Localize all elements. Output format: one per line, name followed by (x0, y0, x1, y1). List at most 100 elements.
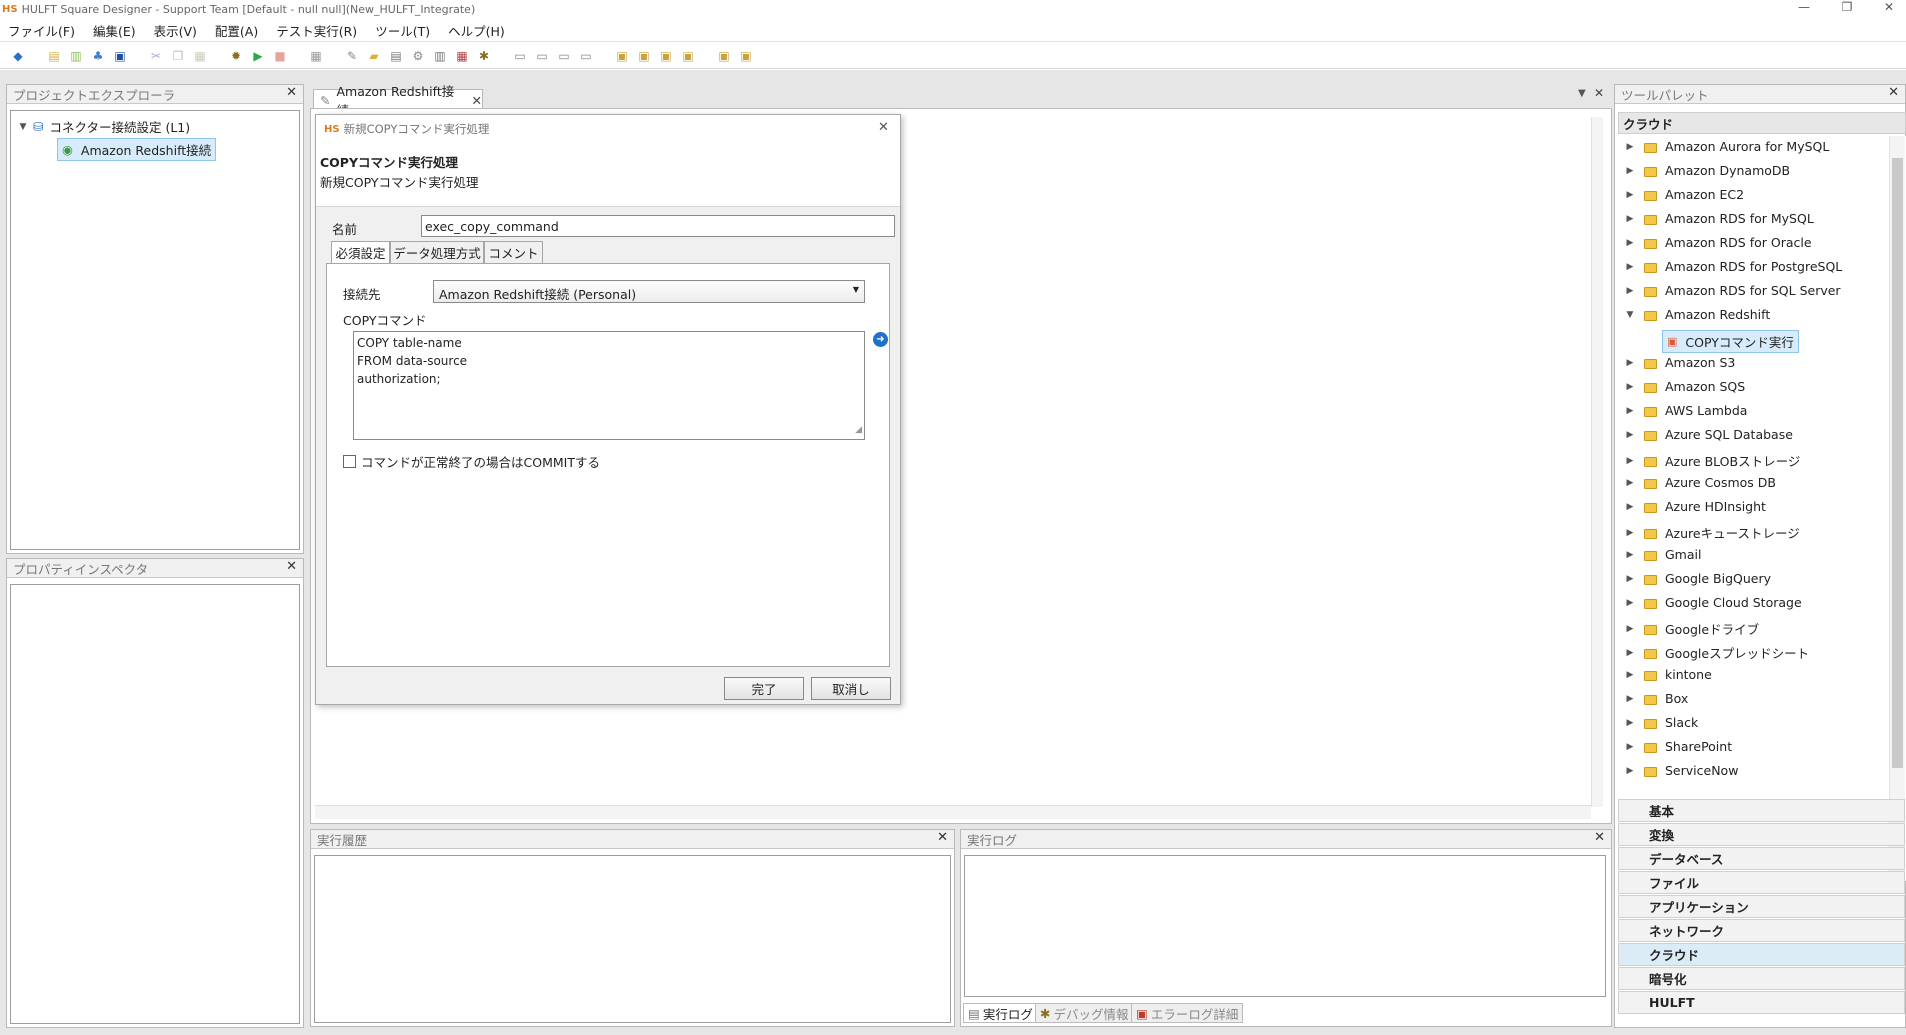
palette-item[interactable]: ▶ Amazon S3 (1624, 355, 1736, 370)
tree-item-redshift-connection[interactable]: ◉ Amazon Redshift接続 (57, 138, 217, 161)
tab-error-log[interactable]: ▣ エラーログ詳細 (1131, 1003, 1244, 1023)
palette-item[interactable]: ▶ Azure SQL Database (1624, 427, 1793, 442)
palette-item[interactable]: ▶ Amazon DynamoDB (1624, 163, 1791, 178)
tab-redshift-connection[interactable]: ✎ Amazon Redshift接続 ✕ (313, 84, 483, 118)
chevron-right-icon[interactable]: ▶ (1624, 624, 1636, 634)
chevron-down-icon[interactable]: ▼ (1624, 310, 1636, 320)
chevron-right-icon[interactable]: ▶ (1624, 382, 1636, 392)
distribute-v-icon[interactable]: ▣ (636, 48, 652, 64)
document-icon[interactable]: ▤ (388, 48, 404, 64)
close-icon[interactable]: ✕ (1888, 85, 1899, 100)
folder-icon[interactable]: ▰ (366, 48, 382, 64)
close-icon[interactable]: ✕ (878, 120, 889, 135)
chevron-right-icon[interactable]: ▶ (1624, 358, 1636, 368)
chevron-right-icon[interactable]: ▶ (1624, 142, 1636, 152)
scrollbar-thumb[interactable] (1892, 158, 1903, 768)
new-project-icon[interactable]: ▤ (46, 48, 62, 64)
commit-checkbox[interactable] (343, 455, 356, 468)
palette-category[interactable]: 暗号化 (1618, 967, 1905, 990)
palette-item[interactable]: ▼ Amazon Redshift (1624, 307, 1771, 322)
bug-icon[interactable]: ✱ (476, 48, 492, 64)
tab-comment[interactable]: コメント (484, 241, 543, 263)
palette-item[interactable]: ▶ Google BigQuery (1624, 571, 1772, 586)
chevron-right-icon[interactable]: ▶ (1624, 456, 1636, 466)
chevron-right-icon[interactable]: ▶ (1624, 214, 1636, 224)
close-icon[interactable]: ✕ (1594, 830, 1605, 845)
run-icon[interactable]: ▶ (250, 48, 266, 64)
palette-scrollbar[interactable] (1889, 136, 1905, 881)
palette-item[interactable]: ▶ Googleドライブ (1624, 619, 1760, 638)
new-file-icon[interactable]: ▥ (68, 48, 84, 64)
chevron-right-icon[interactable]: ▶ (1624, 502, 1636, 512)
same-width-icon[interactable]: ▣ (658, 48, 674, 64)
cancel-button[interactable]: 取消し (811, 677, 891, 700)
connection-select[interactable]: Amazon Redshift接続 (Personal) ▼ (433, 280, 865, 303)
menu-file[interactable]: ファイル(F) (8, 21, 75, 40)
chevron-right-icon[interactable]: ▶ (1624, 694, 1636, 704)
align-left-icon[interactable]: ▭ (512, 48, 528, 64)
settings-icon[interactable]: ⚙ (410, 48, 426, 64)
chevron-right-icon[interactable]: ▶ (1624, 648, 1636, 658)
align-center-icon[interactable]: ▭ (534, 48, 550, 64)
chevron-right-icon[interactable]: ▶ (1624, 478, 1636, 488)
chevron-right-icon[interactable]: ▶ (1624, 528, 1636, 538)
tab-data-processing[interactable]: データ処理方式 (390, 241, 484, 263)
wrench-icon[interactable]: ✎ (344, 48, 360, 64)
menu-arrange[interactable]: 配置(A) (215, 21, 258, 40)
calendar-icon[interactable]: ▦ (454, 48, 470, 64)
chevron-right-icon[interactable]: ▶ (1624, 262, 1636, 272)
palette-item[interactable]: ▶ Azureキューストレージ (1624, 523, 1800, 542)
palette-item[interactable]: ▶ Slack (1624, 715, 1699, 730)
distribute-h-icon[interactable]: ▣ (614, 48, 630, 64)
grid-icon[interactable]: ▦ (308, 48, 324, 64)
close-icon[interactable]: ✕ (1594, 86, 1604, 100)
commit-checkbox-row[interactable]: コマンドが正常終了の場合はCOMMITする (343, 452, 600, 471)
palette-category[interactable]: データベース (1618, 847, 1905, 870)
arrow-right-icon[interactable]: ➜ (873, 332, 888, 347)
menu-tools[interactable]: ツール(T) (375, 21, 430, 40)
name-input[interactable]: exec_copy_command (421, 215, 895, 237)
palette-item[interactable]: ▶ Amazon RDS for SQL Server (1624, 283, 1841, 298)
palette-category[interactable]: アプリケーション (1618, 895, 1905, 918)
chevron-right-icon[interactable]: ▶ (1624, 742, 1636, 752)
close-icon[interactable]: ✕ (937, 830, 948, 845)
horizontal-scrollbar[interactable] (315, 805, 1591, 819)
menu-view[interactable]: 表示(V) (154, 21, 197, 40)
minimize-button[interactable]: — (1789, 0, 1819, 14)
layout-h-icon[interactable]: ▣ (716, 48, 732, 64)
save-icon[interactable]: ▣ (112, 48, 128, 64)
command-textarea[interactable]: COPY table-name FROM data-source authori… (353, 331, 865, 440)
palette-category[interactable]: 基本 (1618, 799, 1905, 822)
chevron-right-icon[interactable]: ▶ (1624, 550, 1636, 560)
chevron-right-icon[interactable]: ▶ (1624, 670, 1636, 680)
tab-exec-log[interactable]: ▤ 実行ログ (963, 1003, 1038, 1023)
ok-button[interactable]: 完了 (724, 677, 804, 700)
chevron-down-icon[interactable]: ▼ (1578, 88, 1586, 99)
close-icon[interactable]: ✕ (472, 93, 482, 108)
palette-item[interactable]: ▶ ServiceNow (1624, 763, 1739, 778)
restore-button[interactable]: ❐ (1832, 0, 1862, 14)
palette-category[interactable]: 変換 (1618, 823, 1905, 846)
vertical-scrollbar[interactable] (1591, 117, 1603, 807)
palette-category[interactable]: ネットワーク (1618, 919, 1905, 942)
palette-item[interactable]: ▶ Azure Cosmos DB (1624, 475, 1776, 490)
chevron-right-icon[interactable]: ▶ (1624, 406, 1636, 416)
chevron-right-icon[interactable]: ▶ (1624, 598, 1636, 608)
back-icon[interactable]: ◆ (10, 48, 26, 64)
palette-item[interactable]: ▶ Googleスプレッドシート (1624, 643, 1810, 662)
chevron-right-icon[interactable]: ▶ (1624, 190, 1636, 200)
palette-item[interactable]: ▶ Amazon RDS for PostgreSQL (1624, 259, 1843, 274)
tab-required[interactable]: 必須設定 (331, 241, 390, 263)
palette-item[interactable]: ▶ Amazon Aurora for MySQL (1624, 139, 1830, 154)
palette-item[interactable]: ▶ AWS Lambda (1624, 403, 1748, 418)
palette-item[interactable]: ▶ Amazon EC2 (1624, 187, 1745, 202)
palette-item[interactable]: ▶ Azure BLOBストレージ (1624, 451, 1801, 470)
debug-icon[interactable]: ✹ (228, 48, 244, 64)
paste-icon[interactable]: ▦ (192, 48, 208, 64)
cut-icon[interactable]: ✂ (148, 48, 164, 64)
palette-item[interactable]: ▶ Google Cloud Storage (1624, 595, 1802, 610)
palette-item[interactable]: ▶ Azure HDInsight (1624, 499, 1766, 514)
align-top-icon[interactable]: ▭ (578, 48, 594, 64)
palette-item[interactable]: ▶ SharePoint (1624, 739, 1733, 754)
palette-section-header[interactable]: クラウド (1618, 112, 1906, 134)
